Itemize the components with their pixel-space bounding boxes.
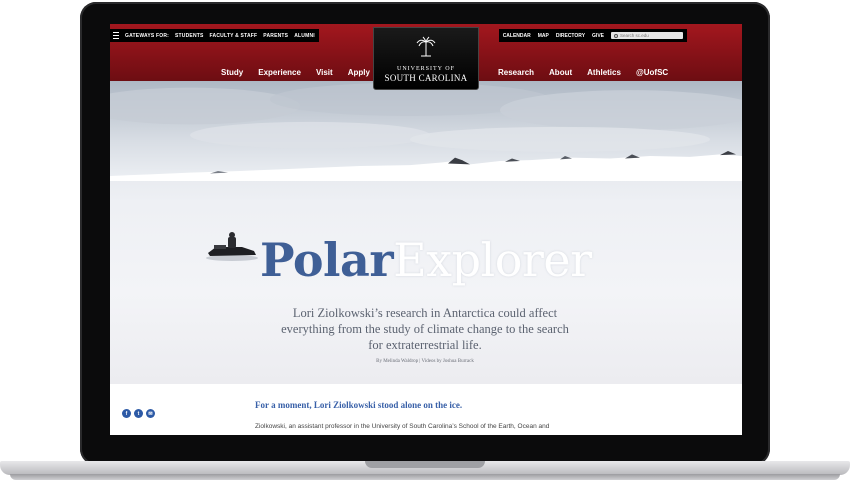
social-share-bar: f t ✉ — [122, 409, 155, 418]
hero-subtitle: Lori Ziolkowski’s research in Antarctica… — [281, 306, 569, 352]
article-paragraph: Ziolkowski, an assistant professor in th… — [255, 423, 550, 430]
laptop-notch — [365, 461, 485, 468]
gateway-link-alumni[interactable]: ALUMNI — [294, 33, 315, 39]
nav-item-visit[interactable]: Visit — [316, 68, 333, 77]
article-lead: For a moment, Lori Ziolkowski stood alon… — [255, 400, 463, 410]
utility-link-give[interactable]: GIVE — [592, 33, 604, 39]
menu-icon[interactable] — [113, 32, 119, 39]
search-placeholder: Search sc.edu — [620, 33, 649, 38]
snowmobile-rider-image — [206, 232, 258, 261]
palmetto-tree-icon — [416, 36, 436, 57]
utility-bar: CALENDAR MAP DIRECTORY GIVE Search sc.ed… — [498, 29, 687, 42]
browser-screen: GATEWAYS FOR: STUDENTS FACULTY & STAFF P… — [110, 24, 742, 435]
utility-link-directory[interactable]: DIRECTORY — [556, 33, 585, 39]
gateway-link-students[interactable]: STUDENTS — [175, 33, 204, 39]
gateways-label: GATEWAYS FOR: — [125, 32, 169, 39]
nav-item-uofsc[interactable]: @UofSC — [636, 68, 668, 77]
laptop-foot — [10, 474, 840, 480]
nav-item-apply[interactable]: Apply — [348, 68, 370, 77]
facebook-icon[interactable]: f — [122, 409, 131, 418]
university-logo[interactable]: UNIVERSITY OF SOUTH CAROLINA — [373, 27, 479, 90]
gateways-bar: GATEWAYS FOR: STUDENTS FACULTY & STAFF P… — [110, 29, 319, 42]
main-nav-left: Study Experience Visit Apply — [221, 68, 370, 77]
email-icon[interactable]: ✉ — [146, 409, 155, 418]
hero-title-explorer: Explorer — [393, 233, 592, 287]
logo-text-south-carolina: SOUTH CAROLINA — [384, 73, 468, 83]
hero-title-polar: Polar — [260, 233, 394, 287]
hero-section: PolarExplorer Lori Ziolkowski’s research… — [110, 81, 742, 384]
main-nav-right: Research About Athletics @UofSC — [498, 68, 668, 77]
nav-item-athletics[interactable]: Athletics — [587, 68, 621, 77]
utility-link-map[interactable]: MAP — [538, 33, 549, 39]
nav-item-experience[interactable]: Experience — [258, 68, 301, 77]
search-icon[interactable] — [614, 33, 618, 38]
nav-item-research[interactable]: Research — [498, 68, 534, 77]
gateway-link-faculty-staff[interactable]: FACULTY & STAFF — [210, 33, 258, 39]
twitter-icon[interactable]: t — [134, 409, 143, 418]
nav-item-study[interactable]: Study — [221, 68, 243, 77]
utility-link-calendar[interactable]: CALENDAR — [503, 33, 531, 39]
search-input[interactable]: Search sc.edu — [611, 32, 683, 39]
hero-byline: By Melinda Waldrop | Videos by Joshua Bu… — [376, 359, 474, 364]
nav-item-about[interactable]: About — [549, 68, 572, 77]
hero-title: PolarExplorer — [260, 233, 592, 287]
article-body: f t ✉ For a moment, Lori Ziolkowski stoo… — [110, 384, 742, 435]
antarctic-landscape-image — [110, 81, 742, 181]
gateway-link-parents[interactable]: PARENTS — [263, 33, 288, 39]
logo-text-university: UNIVERSITY OF — [397, 66, 455, 72]
